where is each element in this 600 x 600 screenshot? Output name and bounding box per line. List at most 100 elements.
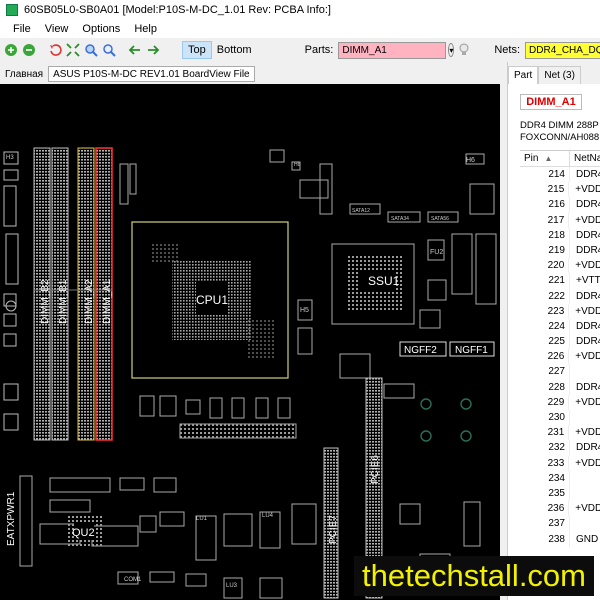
menu-view[interactable]: View — [38, 23, 76, 35]
label-sata34: SATA34 — [391, 216, 409, 222]
net-name — [570, 364, 576, 379]
window-title: 60SB05L0-SB0A01 [Model:P10S-M-DC_1.01 Re… — [24, 4, 331, 16]
fit-icon[interactable] — [66, 42, 80, 58]
qu2-label: QU2 — [72, 527, 95, 539]
pin-number: 220 — [520, 258, 570, 274]
net-name: +VDDQ — [575, 396, 600, 408]
col-net-header[interactable]: NetNa — [570, 151, 600, 166]
nets-label: Nets: — [494, 44, 521, 56]
zoom-in-icon[interactable] — [4, 42, 18, 58]
net-name: +VDDQ — [575, 503, 600, 515]
parts-search-input[interactable] — [338, 41, 447, 59]
table-row[interactable]: 228 DDR4_ — [520, 379, 600, 395]
pin-number: 223 — [520, 303, 570, 319]
table-row[interactable]: 216 DDR4_ — [520, 197, 600, 213]
net-name: +VDDQ — [575, 427, 600, 439]
table-row[interactable]: 229 +VDDQ — [520, 394, 600, 410]
net-name: +VDDQ — [575, 457, 600, 469]
ssu-label: SSU1 — [368, 274, 400, 288]
menu-options[interactable]: Options — [75, 23, 127, 35]
table-row[interactable]: 238 GND — [520, 531, 600, 547]
watermark-text: thetechstall.com — [354, 556, 594, 596]
lightbulb-icon[interactable] — [458, 42, 470, 58]
net-name: +VDDQ — [575, 214, 600, 226]
table-row[interactable]: 234 — [520, 470, 600, 486]
tab-boardview-file[interactable]: ASUS P10S-M-DC REV1.01 BoardView File — [48, 66, 255, 82]
table-row[interactable]: 235 — [520, 485, 600, 502]
part-desc-line-2: FOXCONN/AH088 — [520, 132, 600, 143]
pin-number: 227 — [520, 364, 570, 380]
table-row[interactable]: 236 +VDDQ — [520, 501, 600, 517]
net-name — [570, 410, 576, 425]
table-row[interactable]: 215 +VDDQ — [520, 182, 600, 198]
table-row[interactable]: 231 +VDDQ — [520, 425, 600, 441]
menu-bar: File View Options Help — [0, 20, 600, 38]
table-row[interactable]: 221 +VTTD — [520, 273, 600, 289]
col-pin-header[interactable]: Pin ▲ — [520, 151, 570, 166]
board-view-canvas[interactable]: H3 DIMM_B2 DIMM_B1 DIMM_A2 DIMM_A1 CPU1 — [0, 84, 500, 600]
table-row[interactable]: 237 — [520, 516, 600, 532]
app-icon — [6, 4, 18, 16]
part-info-panel: Part Net (3) DIMM_A1 DDR4 DIMM 288P FOXC… — [507, 62, 600, 600]
table-row[interactable]: 232 DDR4_ — [520, 440, 600, 456]
cpu-label: CPU1 — [196, 293, 228, 307]
tab-net[interactable]: Net (3) — [538, 66, 581, 84]
table-row[interactable]: 214 DDR4_ — [520, 167, 600, 183]
table-row[interactable]: 233 +VDDQ — [520, 455, 600, 471]
tab-part[interactable]: Part — [508, 66, 539, 84]
zoom-region-alt-icon[interactable] — [102, 42, 116, 58]
label-lu3: LU3 — [226, 583, 238, 589]
net-name: +VDDQ — [575, 305, 600, 317]
net-name: DDR4_ — [576, 199, 600, 211]
pin-number: 226 — [520, 349, 570, 365]
pin-number: 216 — [520, 197, 570, 213]
label-com1: COM1 — [124, 577, 142, 583]
tab-home[interactable]: Главная — [0, 69, 48, 80]
table-row[interactable]: 230 — [520, 410, 600, 426]
table-row[interactable]: 219 DDR4_ — [520, 242, 600, 259]
net-name: +VDDQ — [575, 351, 600, 363]
arrow-right-icon[interactable] — [146, 42, 160, 58]
table-row[interactable]: 225 DDR4_ — [520, 334, 600, 350]
document-tabs: Главная ASUS P10S-M-DC REV1.01 BoardView… — [0, 64, 500, 84]
label-sata12: SATA12 — [352, 208, 370, 214]
pin-number: 218 — [520, 227, 570, 243]
toolbar: Top Bottom Parts: ▾ Nets: — [0, 38, 600, 62]
label-h6: H6 — [466, 157, 475, 164]
table-row[interactable]: 218 DDR4_ — [520, 227, 600, 243]
pcie6-label: PCIE6 — [370, 455, 381, 484]
eatxpwr-label: EATXPWR1 — [6, 491, 17, 546]
table-row[interactable]: 226 +VDDQ — [520, 349, 600, 365]
table-row[interactable]: 223 +VDDQ — [520, 303, 600, 319]
table-row[interactable]: 227 — [520, 364, 600, 380]
mounting-holes — [420, 398, 472, 442]
board-drawing: H3 DIMM_B2 DIMM_B1 DIMM_A2 DIMM_A1 CPU1 — [3, 147, 497, 599]
zoom-region-icon[interactable] — [84, 42, 98, 58]
parts-dropdown-icon[interactable]: ▾ — [448, 43, 455, 57]
ngff1-label: NGFF1 — [455, 345, 488, 356]
pin-number: 225 — [520, 334, 570, 350]
zoom-out-icon[interactable] — [22, 42, 36, 58]
dimm-b1-label: DIMM_B1 — [58, 279, 69, 324]
nets-search-input[interactable] — [525, 41, 600, 59]
rotate-left-icon[interactable] — [48, 42, 62, 58]
table-row[interactable]: 224 DDR4_ — [520, 318, 600, 335]
pin-number: 238 — [520, 531, 570, 547]
net-name: GND — [576, 533, 599, 545]
arrow-left-icon[interactable] — [128, 42, 142, 58]
top-side-button[interactable]: Top — [182, 41, 212, 59]
bottom-side-button[interactable]: Bottom — [212, 41, 257, 59]
menu-help[interactable]: Help — [127, 23, 164, 35]
pin-table-header: Pin ▲ NetNa — [520, 151, 600, 167]
table-row[interactable]: 222 DDR4_ — [520, 288, 600, 304]
ngff2-label: NGFF2 — [404, 345, 437, 356]
parts-label: Parts: — [304, 44, 334, 56]
part-description: DDR4 DIMM 288P FOXCONN/AH088 — [520, 120, 600, 144]
title-bar: 60SB05L0-SB0A01 [Model:P10S-M-DC_1.01 Re… — [0, 0, 600, 20]
pin-number: 214 — [520, 167, 570, 183]
pin-table: Pin ▲ NetNa 214 DDR4_ 215 +VDDQ 216 DDR4_ 217 +… — [520, 150, 600, 547]
table-row[interactable]: 220 +VDDQ — [520, 258, 600, 274]
menu-file[interactable]: File — [6, 23, 38, 35]
table-row[interactable]: 217 +VDDQ — [520, 212, 600, 228]
net-name: DDR4_ — [576, 320, 600, 332]
